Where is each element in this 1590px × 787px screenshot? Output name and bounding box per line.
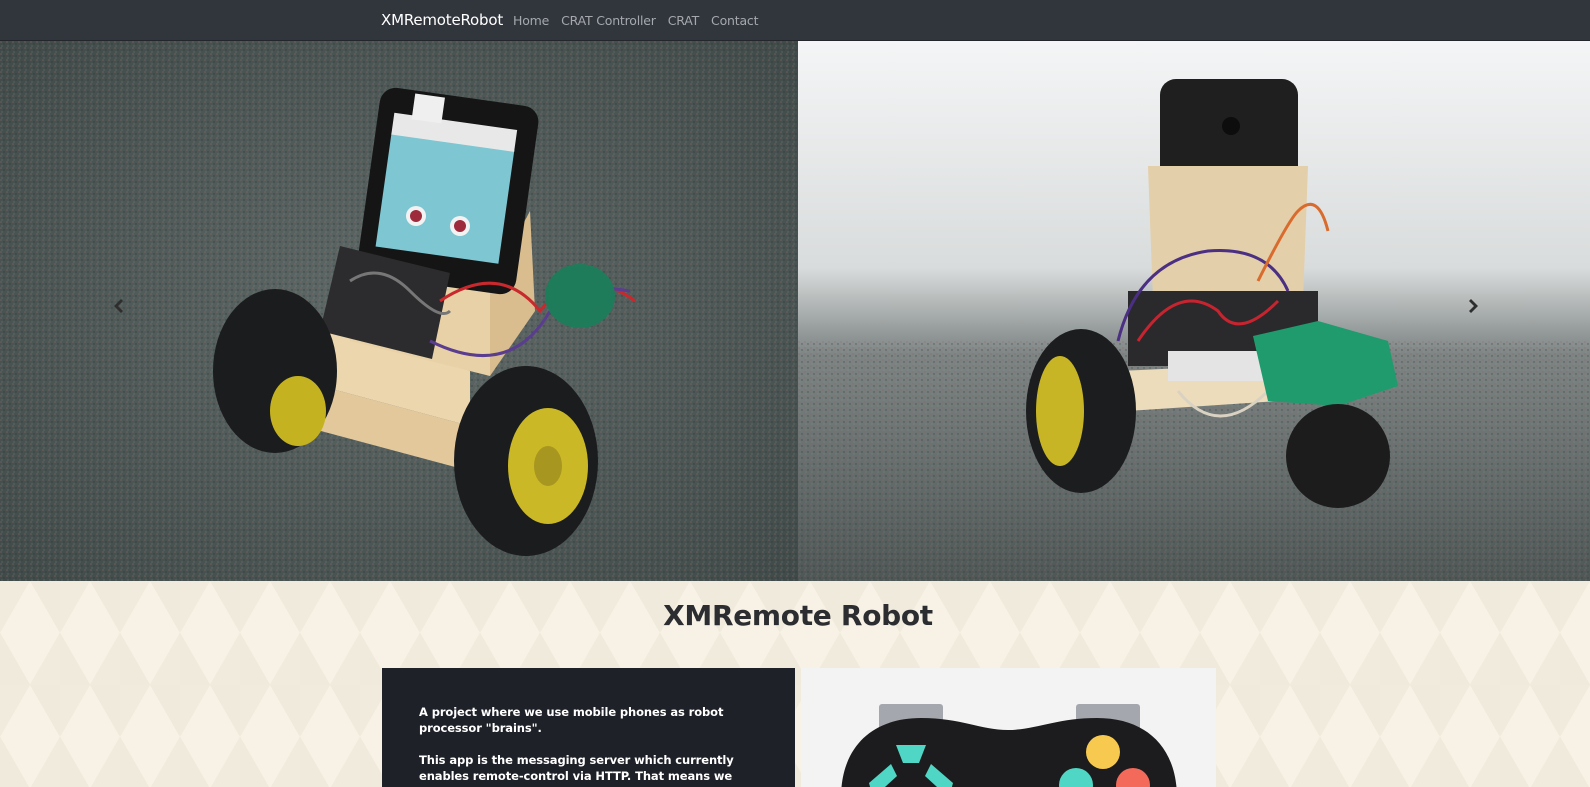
intro-card: A project where we use mobile phones as …	[382, 668, 795, 787]
nav-link-crat[interactable]: CRAT	[668, 13, 700, 28]
main-content: XMRemote Robot A project where we use mo…	[0, 581, 1590, 787]
nav-link-crat-controller[interactable]: CRAT Controller	[561, 13, 656, 28]
chevron-left-icon	[114, 299, 123, 313]
nav-link-contact[interactable]: Contact	[711, 13, 758, 28]
navbar: XMRemoteRobot Home CRAT Controller CRAT …	[0, 0, 1590, 41]
gamepad-card	[801, 668, 1216, 787]
nav-links: Home CRAT Controller CRAT Contact	[513, 13, 770, 28]
brand-link[interactable]: XMRemoteRobot	[381, 11, 503, 29]
gamepad-icon	[841, 704, 1177, 787]
carousel-next-button[interactable]	[1459, 291, 1489, 321]
carousel-prev-button[interactable]	[103, 291, 133, 321]
intro-paragraph-1: A project where we use mobile phones as …	[419, 705, 724, 735]
intro-paragraph-2: This app is the messaging server which c…	[419, 753, 734, 787]
nav-link-home[interactable]: Home	[513, 13, 549, 28]
chevron-right-icon	[1469, 299, 1478, 313]
image-carousel	[0, 41, 1590, 581]
page-title: XMRemote Robot	[663, 599, 933, 632]
